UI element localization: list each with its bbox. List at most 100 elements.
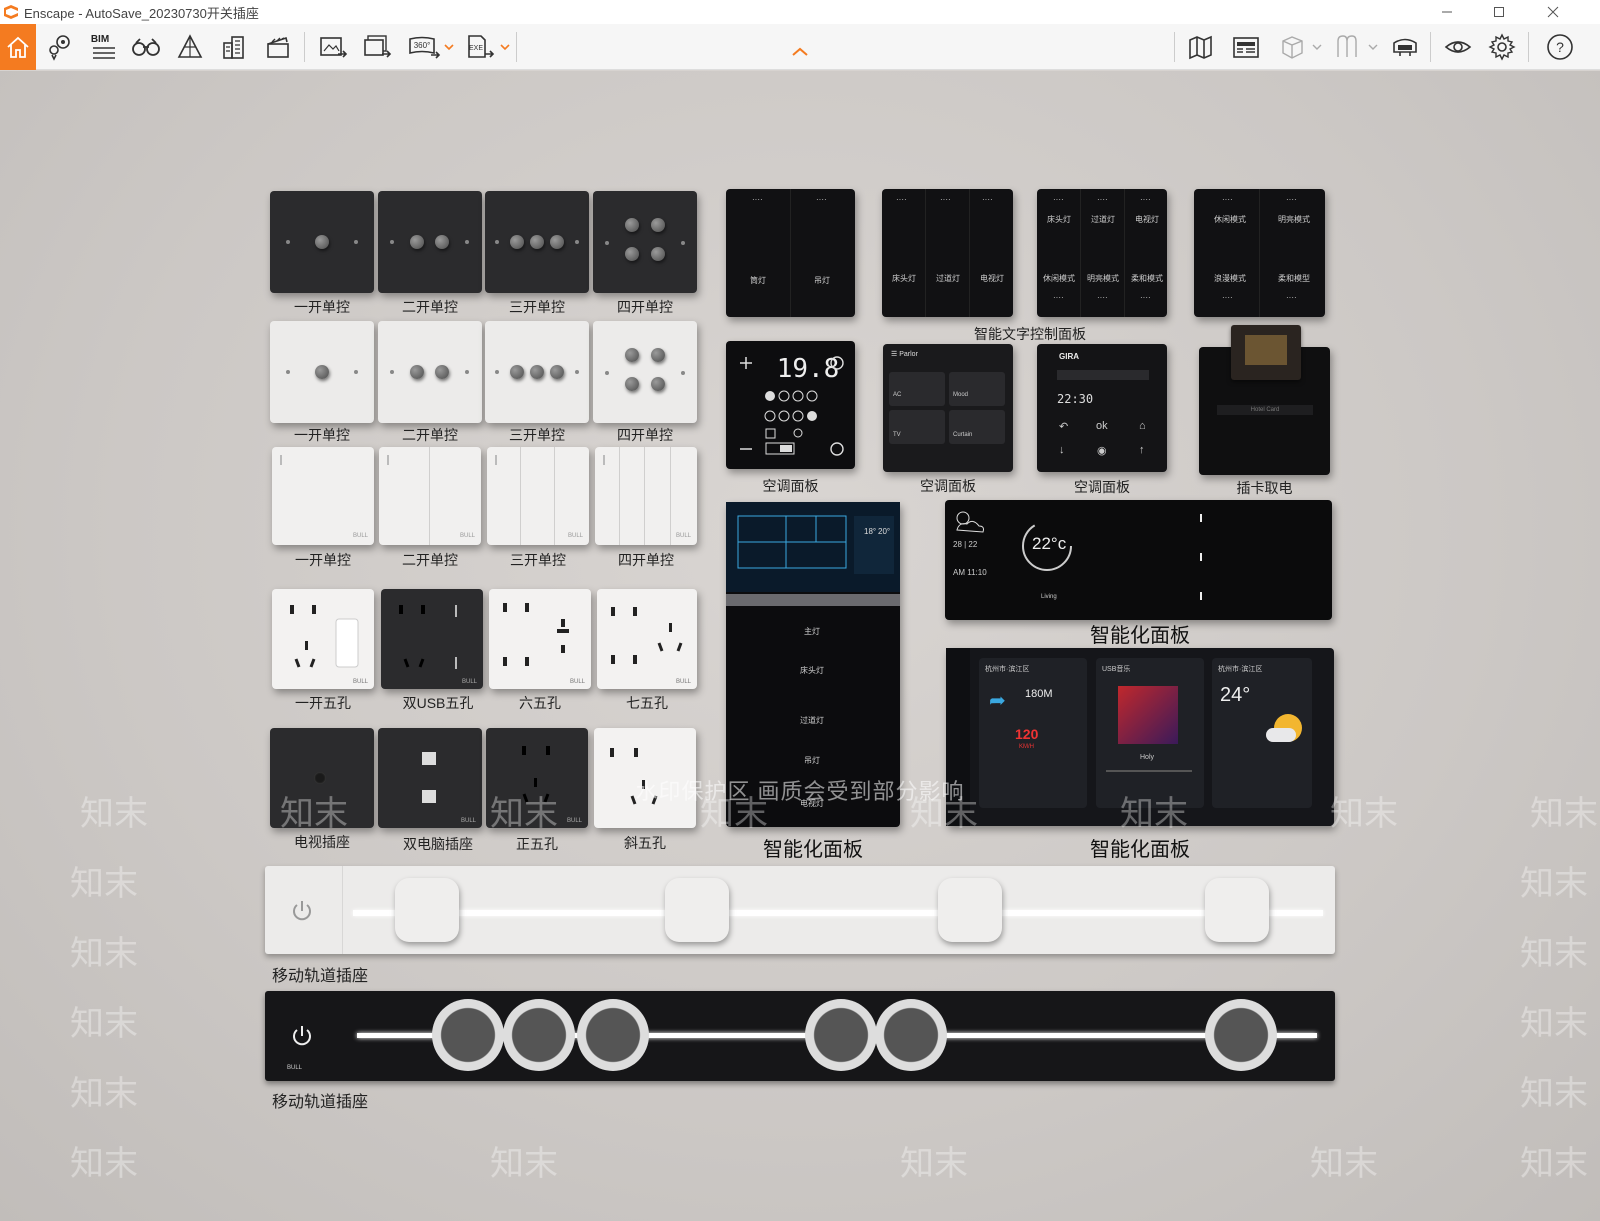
caption: 一开单控 [294, 427, 350, 443]
rocker-switch-2gang: BULL [379, 447, 481, 545]
eye-icon [1444, 41, 1472, 53]
360-panorama-icon: 360° [409, 36, 441, 59]
help-icon: ? [1547, 34, 1573, 60]
power-icon [293, 901, 311, 921]
cube-dropdown-button[interactable] [1311, 24, 1323, 70]
watermark-notice: 水印保护区 画质会受到部分影响 [635, 779, 965, 804]
smart-panel-weather: 28 | 22 AM 11:10 22°c Living [945, 500, 1332, 620]
caption: 四开单控 [617, 299, 673, 315]
toolbar-separator [1430, 32, 1431, 62]
watermark-logo: 知末 [70, 865, 138, 903]
caption: 一开单控 [294, 299, 350, 315]
360-panorama-button[interactable]: 360° [402, 24, 446, 70]
caption: 二开单控 [402, 552, 458, 568]
exe-dropdown-button[interactable] [499, 24, 511, 70]
caption: 智能文字控制面板 [974, 326, 1086, 342]
binoculars-icon [132, 38, 160, 56]
batch-render-button[interactable] [357, 24, 397, 70]
text-panel-6key: ···· ···· ···· 床头灯 过道灯 电视灯 休闲模式 明亮模式 柔和模式 … [1037, 189, 1167, 317]
maximize-button[interactable] [1476, 0, 1522, 24]
toolbar-separator [304, 32, 305, 62]
switch-panel-1gang-light [270, 321, 374, 423]
watermark-logo: 知末 [490, 1145, 558, 1183]
switch-panel-4gang-dark [593, 191, 697, 293]
render-screenshot-button[interactable] [313, 24, 353, 70]
svg-text:18°: 18° [864, 527, 876, 536]
watermark-logo: 知末 [1310, 1145, 1378, 1183]
asset-library-button[interactable] [1226, 24, 1266, 70]
caption: 一开单控 [295, 552, 351, 568]
clapperboard-icon [267, 36, 289, 58]
perspective-icon [177, 34, 203, 58]
svg-text:19.8: 19.8 [777, 354, 840, 384]
presets-dropdown-button[interactable] [1367, 24, 1379, 70]
watermark-logo: 知末 [900, 1145, 968, 1183]
enscape-logo-icon [4, 5, 18, 19]
perspective-button[interactable] [170, 24, 210, 70]
render-screenshot-icon [320, 37, 348, 58]
close-icon [1547, 6, 1559, 18]
svg-text:EXE: EXE [469, 45, 483, 52]
home-button[interactable] [0, 24, 36, 70]
caption: 二开单控 [402, 299, 458, 315]
settings-button[interactable] [1482, 24, 1522, 70]
caption: 七五孔 [626, 695, 668, 711]
text-panel-3key: ···· ···· ···· 床头灯 过道灯 电视灯 [882, 189, 1013, 317]
svg-text:20°: 20° [878, 527, 890, 536]
title-bar: Enscape - AutoSave_20230730开关插座 [0, 0, 1600, 24]
render-viewport[interactable]: 一开单控 二开单控 三开单控 四开单控 一开单控 二开单控 三开单控 四开单控 … [0, 71, 1600, 1221]
visual-presets-button[interactable] [1328, 24, 1368, 70]
toolbar-separator [1174, 32, 1175, 62]
caption: 斜五孔 [624, 835, 666, 851]
bim-label: BIM [90, 33, 110, 45]
track-socket-dark: BULL [265, 991, 1335, 1081]
hotel-card [1231, 325, 1301, 380]
rocker-switch-1gang: BULL [272, 447, 374, 545]
floorplan-screen: 18° 20° [726, 502, 900, 592]
help-button[interactable]: ? [1540, 24, 1580, 70]
location-pins-button[interactable] [40, 24, 80, 70]
watermark-logo: 知末 [70, 1075, 138, 1113]
bim-button[interactable]: BIM [84, 24, 124, 70]
caption: 二开单控 [402, 427, 458, 443]
360-dropdown-button[interactable] [443, 24, 455, 70]
caption: 四开单控 [618, 552, 674, 568]
buildings-button[interactable] [214, 24, 254, 70]
caption: 双电脑插座 [403, 836, 473, 852]
cube-button[interactable] [1272, 24, 1312, 70]
switch-panel-1gang-dark [270, 191, 374, 293]
caption: 移动轨道插座 [272, 968, 369, 985]
caption: 三开单控 [509, 427, 565, 443]
socket-6-5hole: BULL [489, 589, 591, 689]
rocker-switch-4gang: BULL [595, 447, 697, 545]
watermark-logo: 知末 [70, 935, 138, 973]
ac-panel-2: ☰ Parlor AC Mood TV Curtain [883, 344, 1013, 472]
exe-export-button[interactable]: EXE [460, 24, 500, 70]
map-button[interactable] [1182, 24, 1222, 70]
eye-button[interactable] [1438, 24, 1478, 70]
switch-panel-2gang-dark [378, 191, 482, 293]
ac-panel-1: 19.8 [726, 341, 855, 469]
caption: 四开单控 [617, 427, 673, 443]
caption: 三开单控 [509, 299, 565, 315]
clapperboard-button[interactable] [258, 24, 298, 70]
caption: 双USB五孔 [402, 695, 474, 711]
visual-presets-icon [1337, 35, 1357, 57]
vr-headset-button[interactable] [1385, 24, 1425, 70]
minimize-button[interactable] [1424, 0, 1470, 24]
watermark-logo: 知末 [1520, 1145, 1588, 1183]
exe-export-icon: EXE [468, 35, 495, 58]
chevron-up-icon [792, 47, 808, 56]
window-title: Enscape - AutoSave_20230730开关插座 [24, 5, 259, 21]
watermark-logo: 知末 [1520, 1075, 1588, 1113]
svg-text:360°: 360° [414, 41, 431, 50]
toolbar-separator [516, 32, 517, 62]
watermark-logo: 知末 [1520, 1005, 1588, 1043]
close-button[interactable] [1530, 0, 1576, 24]
caption: 空调面板 [920, 478, 976, 494]
caption: 空调面板 [1074, 479, 1130, 495]
caption: 六五孔 [519, 695, 561, 711]
binoculars-button[interactable] [126, 24, 166, 70]
chevron-down-icon [444, 44, 454, 51]
collapse-toolbar-button[interactable] [780, 34, 820, 70]
